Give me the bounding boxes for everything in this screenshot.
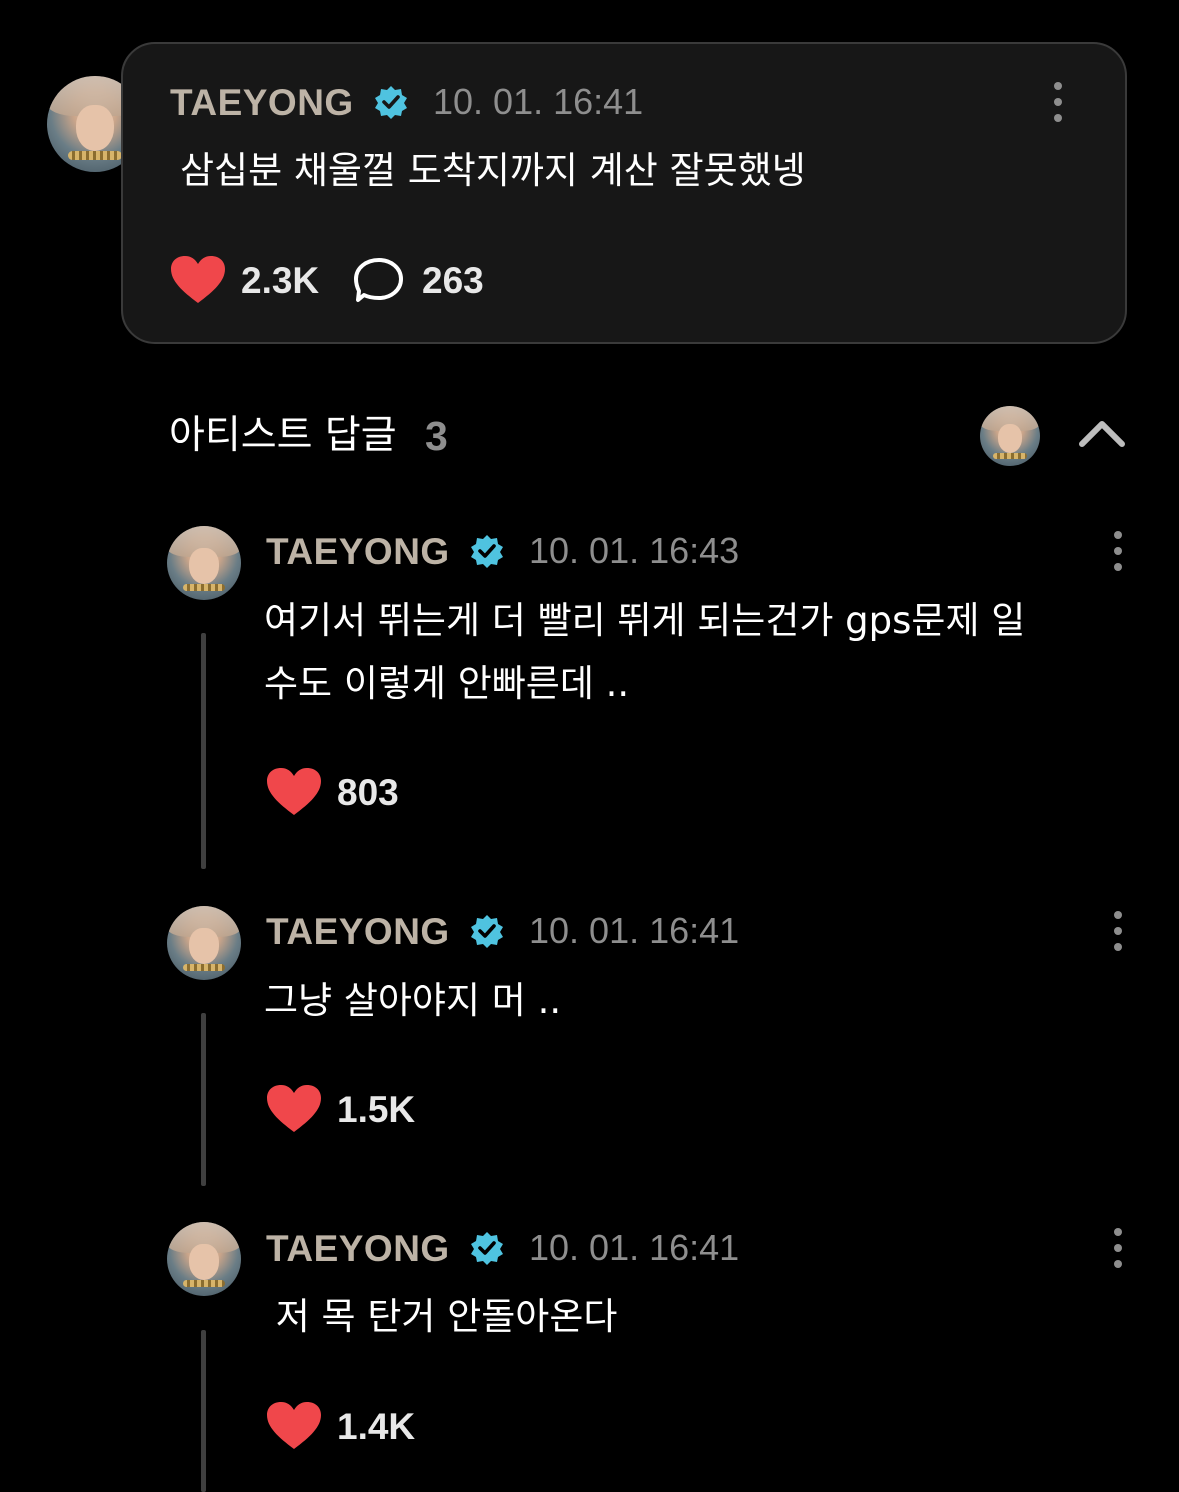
reply-author-avatar[interactable] bbox=[167, 526, 241, 600]
thread-line bbox=[201, 1330, 206, 1492]
post-author-name[interactable]: TAEYONG bbox=[170, 84, 354, 121]
chevron-up-icon[interactable] bbox=[1078, 418, 1126, 448]
post-more-options-icon[interactable] bbox=[1049, 82, 1069, 124]
reply-text-line: 수도 이렇게 안빠른데 .. bbox=[264, 662, 630, 705]
thread-line bbox=[201, 633, 206, 869]
reply-like-count: 1.5K bbox=[337, 1089, 416, 1130]
reply-like-count: 803 bbox=[337, 772, 399, 813]
post-comment-count: 263 bbox=[422, 260, 484, 301]
reply-timestamp: 10. 01. 16:43 bbox=[529, 530, 740, 571]
reply-text-line: 여기서 뛰는게 더 빨리 뛰게 되는건가 gps문제 일 bbox=[264, 599, 1026, 642]
reply-timestamp: 10. 01. 16:41 bbox=[529, 1227, 740, 1268]
reply-author-avatar[interactable] bbox=[167, 1222, 241, 1296]
post-like-heart-icon[interactable] bbox=[170, 255, 226, 305]
reply-author-name[interactable]: TAEYONG bbox=[266, 913, 450, 950]
verified-badge-icon bbox=[375, 86, 407, 119]
reply-author-name[interactable]: TAEYONG bbox=[266, 533, 450, 570]
artist-replies-count: 3 bbox=[425, 413, 448, 459]
comment-bubble-icon[interactable] bbox=[353, 256, 405, 304]
post-like-count: 2.3K bbox=[241, 260, 320, 301]
post-timestamp: 10. 01. 16:41 bbox=[433, 81, 644, 122]
verified-badge-icon bbox=[471, 915, 503, 948]
artist-replies-title: 아티스트 답글 bbox=[169, 413, 397, 458]
replies-header-avatar[interactable] bbox=[980, 406, 1040, 466]
reply-like-count: 1.4K bbox=[337, 1406, 416, 1447]
reply-more-options-icon[interactable] bbox=[1109, 531, 1129, 573]
reply-author-name[interactable]: TAEYONG bbox=[266, 1230, 450, 1267]
reply-text-line: 그냥 살아야지 머 .. bbox=[264, 979, 562, 1022]
reply-text-line: 저 목 탄거 안돌아온다 bbox=[264, 1295, 618, 1338]
reply-like-heart-icon[interactable] bbox=[266, 1401, 322, 1451]
verified-badge-icon bbox=[471, 1232, 503, 1265]
reply-more-options-icon[interactable] bbox=[1109, 911, 1129, 953]
reply-author-avatar[interactable] bbox=[167, 906, 241, 980]
reply-timestamp: 10. 01. 16:41 bbox=[529, 910, 740, 951]
verified-badge-icon bbox=[471, 535, 503, 568]
reply-like-heart-icon[interactable] bbox=[266, 767, 322, 817]
post-text: 삼십분 채울껄 도착지까지 계산 잘못했넹 bbox=[180, 149, 806, 192]
reply-more-options-icon[interactable] bbox=[1109, 1228, 1129, 1270]
thread-line bbox=[201, 1013, 206, 1186]
reply-like-heart-icon[interactable] bbox=[266, 1084, 322, 1134]
